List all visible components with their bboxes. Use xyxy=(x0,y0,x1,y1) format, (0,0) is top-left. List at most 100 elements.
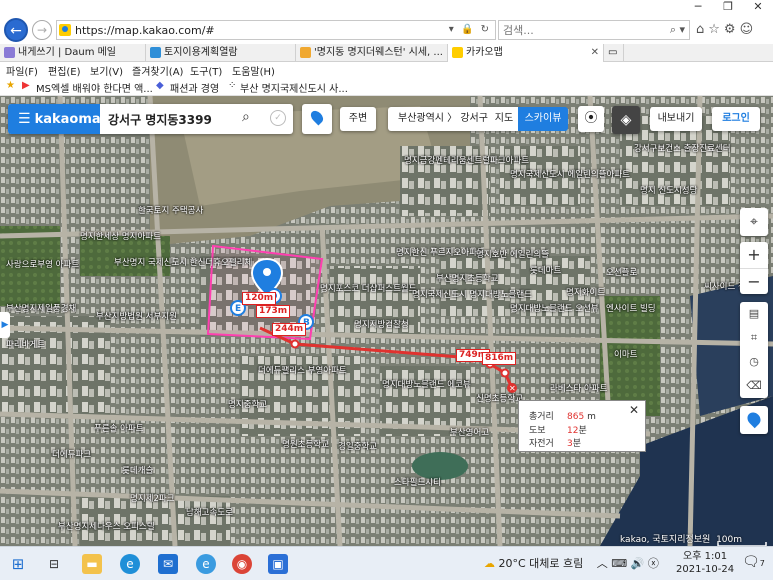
zoom-out-button[interactable]: − xyxy=(740,268,768,294)
menu-help[interactable]: 도움말(H) xyxy=(232,63,275,78)
pin-icon xyxy=(308,108,326,126)
home-icon[interactable]: ⌂ xyxy=(696,22,708,37)
chrome-icon[interactable]: ◉ xyxy=(232,554,252,574)
internet-explorer-icon[interactable]: e xyxy=(196,554,216,574)
favorites-bar: ★ ▶ MS엑셀 배워야 한다면 액... ◆ 패션과 경영 ⁘ 부산 명지국제… xyxy=(0,78,773,96)
search-icon[interactable]: ⌕ xyxy=(242,109,250,125)
favorite-link-fashion[interactable]: 패션과 경영 xyxy=(170,80,219,95)
sidebar-toggle[interactable]: ▶ xyxy=(0,312,10,338)
tab-label: 내게쓰기 | Daum 메일 xyxy=(18,47,117,58)
menu-tools[interactable]: 도구(T) xyxy=(190,63,222,78)
nearby-button[interactable]: 주변 xyxy=(340,107,376,131)
gear-icon[interactable]: ⚙ xyxy=(724,22,740,37)
page-icon xyxy=(300,47,311,58)
location-icon: ⌖ xyxy=(750,214,758,230)
ruler-button[interactable]: ▤ xyxy=(740,302,768,326)
mail-icon[interactable]: ✉ xyxy=(158,554,178,574)
kakaomap-logo[interactable]: ☰ kakaomap xyxy=(8,104,110,134)
smiley-icon[interactable]: ☺ xyxy=(740,22,758,37)
radius-button[interactable]: ◷ xyxy=(740,350,768,374)
map-tab[interactable]: 지도 xyxy=(490,107,518,131)
clear-icon[interactable]: ✓ xyxy=(270,110,286,126)
tab-realestate[interactable]: '명지동 명지더웨스턴' 시세, ... xyxy=(296,44,448,62)
tab-label: 토지이용계획열람 xyxy=(164,47,238,58)
kakaomap-icon xyxy=(452,47,463,58)
place-label: 더에듀파크 xyxy=(52,450,92,460)
eraser-icon: ⌫ xyxy=(746,379,762,392)
new-tab-button[interactable]: ▭ xyxy=(604,44,624,62)
file-explorer-icon[interactable]: ▬ xyxy=(82,554,102,574)
menu-bar: 파일(F) 편집(E) 보기(V) 즐겨찾기(A) 도구(T) 도움말(H) xyxy=(0,62,773,78)
favorite-link-busan[interactable]: 부산 명지국제신도시 사... xyxy=(240,80,348,95)
place-label: 명지대방노블랜드 오션뷰 xyxy=(510,304,599,314)
place-label: 명지포스코 더샵퍼스트월드 xyxy=(320,284,417,294)
minimize-icon[interactable]: ─ xyxy=(683,0,713,14)
menu-file[interactable]: 파일(F) xyxy=(6,63,38,78)
edge-icon[interactable]: e xyxy=(120,554,140,574)
lock-refresh-icons[interactable]: ▾ 🔒 ↻ xyxy=(449,24,491,35)
favorites-star-icon[interactable]: ☆ xyxy=(708,22,724,37)
menu-icon[interactable]: ☰ xyxy=(18,111,31,127)
browser-search-input[interactable] xyxy=(499,21,649,39)
tab-label: '명지동 명지더웨스턴' 시세, ... xyxy=(314,47,443,58)
layers-button[interactable]: ◈ xyxy=(612,106,640,134)
menu-view[interactable]: 보기(V) xyxy=(90,63,123,78)
place-label: 사랑으로부영 아파트 xyxy=(6,260,80,270)
layers-icon: ◈ xyxy=(620,112,632,128)
tray-icons[interactable]: ︿ ⌨ 🔊 ⓧ xyxy=(597,557,659,570)
browser-tools[interactable]: ⌂☆⚙☺ xyxy=(696,22,757,37)
task-view-icon[interactable]: ⊟ xyxy=(44,554,64,574)
roadview-button[interactable]: ⦿ xyxy=(578,106,604,132)
clock[interactable]: 오후 1:01 2021-10-24 xyxy=(676,550,734,576)
menu-favorites[interactable]: 즐겨찾기(A) xyxy=(132,63,183,78)
my-location-button[interactable]: ⌖ xyxy=(740,208,768,236)
satellite-map[interactable]: ✕ D E B 120m 173m 244m 749m 816m 명지금강펜테리… xyxy=(0,96,773,546)
forward-button[interactable]: → xyxy=(32,20,52,40)
svg-text:E: E xyxy=(235,304,241,314)
search-icon[interactable]: ⌕ ▾ xyxy=(670,23,685,37)
dots-icon: ⁘ xyxy=(228,80,237,91)
place-label: 명지한세상 명지아파트 xyxy=(80,232,161,242)
share-button[interactable]: 내보내기 xyxy=(650,107,702,131)
grid-icon xyxy=(150,47,161,58)
area-icon: ⌗ xyxy=(750,331,758,344)
walk-time-unit: 분 xyxy=(578,426,587,436)
menu-edit[interactable]: 편집(E) xyxy=(48,63,81,78)
tab-land-use[interactable]: 토지이용계획열람 xyxy=(146,44,296,62)
tab-close-icon[interactable]: ✕ xyxy=(591,44,599,62)
windows-start-icon[interactable]: ⊞ xyxy=(8,554,28,574)
map-search-input[interactable]: 강서구 명지동3399 xyxy=(108,111,212,128)
area-button[interactable]: ⌗ xyxy=(740,326,768,350)
place-label: 부산지방법원 서부지원 xyxy=(96,312,177,322)
add-place-button[interactable] xyxy=(740,406,768,434)
favorites-star-icon[interactable]: ★ xyxy=(6,80,15,91)
place-label: 부산영어고 xyxy=(450,428,490,438)
url-bar[interactable]: https://map.kakao.com/# ▾ 🔒 ↻ xyxy=(56,20,496,40)
distance-info-box: ✕ 총거리 865 m 도보 12분 자전거 3분 xyxy=(518,400,646,452)
place-label: 롯데마트 xyxy=(530,266,562,276)
maximize-icon[interactable]: ❐ xyxy=(713,0,743,14)
my-places-button[interactable] xyxy=(302,104,332,134)
browser-search-box[interactable]: ⌕ ▾ xyxy=(498,20,690,40)
place-label: 부산명지 국제신도시 한신더휴오펠리체 xyxy=(114,258,253,268)
skyview-tab[interactable]: 스카이뷰 xyxy=(518,107,568,131)
tab-daum-mail[interactable]: 내게쓰기 | Daum 메일 xyxy=(0,44,146,62)
system-tray[interactable]: ☁ 20°C 대체로 흐림 ︿ ⌨ 🔊 ⓧ xyxy=(484,555,659,571)
notification-icon[interactable]: 🗨7 xyxy=(742,554,765,570)
place-label: 신명초등학교 xyxy=(476,394,523,404)
tab-kakaomap[interactable]: 카카오맵 ✕ xyxy=(448,44,604,62)
back-button[interactable]: ← xyxy=(4,18,28,42)
place-label: 명지호반 에일린의뜰 xyxy=(476,250,550,260)
url-text[interactable]: https://map.kakao.com/# xyxy=(75,24,215,37)
app-icon[interactable]: ▣ xyxy=(268,554,288,574)
login-button[interactable]: 로그인 xyxy=(712,107,760,131)
zoom-in-button[interactable]: + xyxy=(740,242,768,268)
eraser-button[interactable]: ⌫ xyxy=(740,374,768,398)
close-icon[interactable]: ✕ xyxy=(743,0,773,14)
favorite-link-excel[interactable]: MS엑셀 배워야 한다면 액... xyxy=(36,80,153,95)
window-titlebar: ─ ❐ ✕ xyxy=(0,0,773,14)
place-label: 남해고속도로 xyxy=(186,508,233,518)
place-label: 명지지방검찰청 xyxy=(354,320,409,330)
segment-label: 120m xyxy=(242,292,277,305)
close-icon[interactable]: ✕ xyxy=(629,403,639,417)
